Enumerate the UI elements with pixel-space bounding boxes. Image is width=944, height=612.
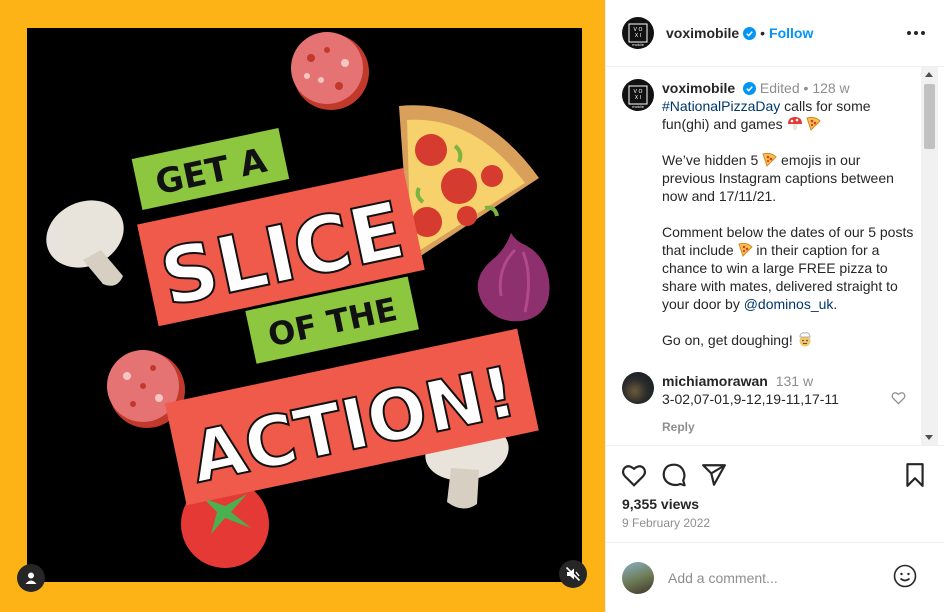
heart-icon[interactable] bbox=[621, 462, 647, 488]
mute-icon bbox=[565, 566, 581, 582]
commenter-username[interactable]: michiamorawan bbox=[662, 373, 768, 389]
pizza-icon bbox=[737, 242, 753, 257]
mushroom-left-illustration bbox=[46, 200, 124, 286]
edited-label: Edited bbox=[759, 80, 800, 96]
post-details-panel: V O X I mobile voximobile • Follow V O X… bbox=[605, 0, 944, 612]
pizza-icon bbox=[806, 116, 822, 131]
post-header: V O X I mobile voximobile • Follow bbox=[606, 0, 944, 67]
pizza-artwork: GET A SLICE OF THE ACTION! bbox=[46, 32, 550, 568]
comments-scrollbar[interactable] bbox=[921, 67, 938, 445]
banner-action: ACTION! bbox=[165, 328, 539, 506]
verified-icon bbox=[743, 82, 757, 95]
comment-age[interactable]: 131 w bbox=[776, 373, 813, 389]
caption-age[interactable]: 128 w bbox=[812, 80, 849, 96]
mushroom-icon bbox=[787, 117, 802, 130]
post-media[interactable]: GET A SLICE OF THE ACTION! bbox=[0, 0, 605, 612]
post-actions: 9,355 views 9 February 2022 bbox=[606, 445, 944, 542]
caption: V O X I mobile voximobile Edited • 128 w bbox=[622, 79, 922, 349]
cook-icon bbox=[799, 332, 811, 347]
tagged-users-button[interactable] bbox=[17, 564, 45, 592]
caption-avatar[interactable]: V O X I mobile bbox=[622, 79, 654, 111]
red-onion-illustration bbox=[477, 233, 550, 322]
caption-body: voximobile Edited • 128 w #NationalPizza… bbox=[662, 79, 917, 349]
comment-like-heart-icon[interactable] bbox=[891, 391, 906, 405]
comments-section[interactable]: V O X I mobile voximobile Edited • 128 w bbox=[606, 67, 944, 445]
comment-input[interactable] bbox=[668, 569, 888, 586]
caption-text-4: Go on, get doughing! bbox=[662, 332, 797, 348]
mention-link[interactable]: @dominos_uk bbox=[744, 296, 834, 312]
account-avatar[interactable]: V O X I mobile bbox=[622, 17, 654, 49]
commenter-avatar[interactable] bbox=[622, 372, 654, 404]
caption-text-2a: We’ve hidden 5 bbox=[662, 152, 763, 168]
caption-logo-text-bottom: mobile bbox=[632, 105, 644, 109]
emoji-icon[interactable] bbox=[893, 564, 917, 588]
scroll-up-arrow[interactable] bbox=[925, 72, 933, 77]
scroll-down-arrow[interactable] bbox=[925, 435, 933, 440]
post-date[interactable]: 9 February 2022 bbox=[622, 516, 710, 530]
comment-item: michiamorawan 131 w 3-02,07-01,9-12,19-1… bbox=[622, 372, 922, 436]
hashtag-link[interactable]: #NationalPizzaDay bbox=[662, 98, 780, 114]
follow-button[interactable]: Follow bbox=[769, 25, 813, 41]
bookmark-icon[interactable] bbox=[902, 462, 928, 488]
reply-button[interactable]: Reply bbox=[662, 418, 839, 436]
mute-button[interactable] bbox=[559, 560, 587, 588]
caption-username[interactable]: voximobile bbox=[662, 80, 735, 96]
current-user-avatar bbox=[622, 561, 654, 594]
salami-top bbox=[291, 32, 369, 110]
views-count[interactable]: 9,355 views bbox=[622, 496, 699, 512]
scroll-thumb[interactable] bbox=[924, 84, 935, 149]
caption-text-3c: . bbox=[833, 296, 838, 312]
share-icon[interactable] bbox=[701, 462, 727, 488]
comment-body: michiamorawan 131 w 3-02,07-01,9-12,19-1… bbox=[662, 372, 839, 436]
verified-icon bbox=[743, 26, 757, 40]
comment-icon[interactable] bbox=[661, 462, 687, 488]
comment-text: 3-02,07-01,9-12,19-11,17-11 bbox=[662, 391, 839, 407]
header-separator: • bbox=[760, 25, 766, 41]
caption-separator: • bbox=[803, 80, 809, 96]
pizza-slice-illustration bbox=[399, 105, 539, 263]
pizza-icon bbox=[762, 152, 777, 167]
logo-text-mid: X I bbox=[635, 33, 642, 39]
add-comment-bar bbox=[606, 542, 944, 612]
header-username[interactable]: voximobile bbox=[666, 25, 739, 41]
voxi-logo-icon: V O X I mobile bbox=[628, 85, 648, 109]
post-image: GET A SLICE OF THE ACTION! bbox=[27, 28, 582, 582]
voxi-logo-icon: V O X I mobile bbox=[628, 23, 648, 47]
caption-logo-text-mid: X I bbox=[635, 95, 642, 101]
more-options-icon[interactable] bbox=[907, 24, 925, 42]
user-tag-icon bbox=[25, 572, 37, 584]
logo-text-bottom: mobile bbox=[632, 43, 644, 47]
